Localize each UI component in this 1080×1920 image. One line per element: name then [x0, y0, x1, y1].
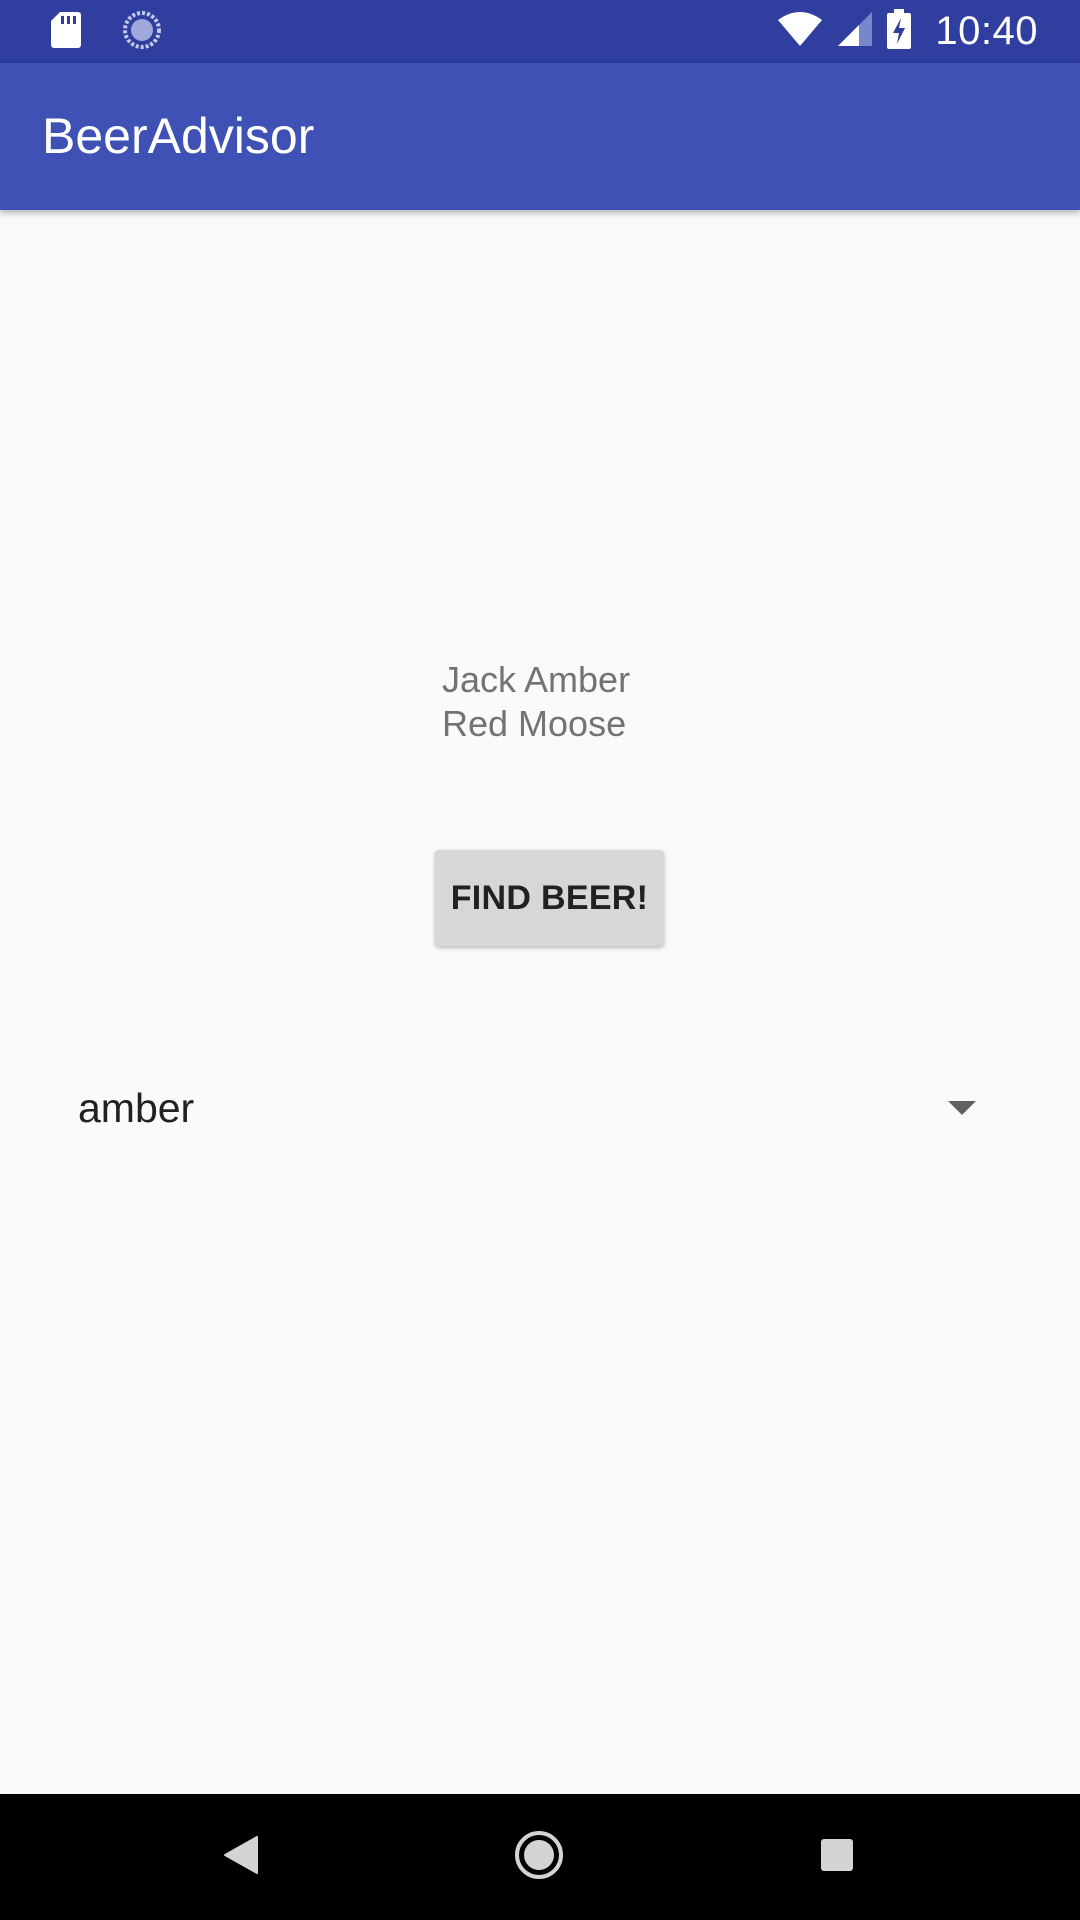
dropdown-arrow-icon	[948, 1058, 976, 1158]
beer-brands-text: Jack Amber Red Moose	[442, 658, 630, 746]
battery-charging-icon	[887, 9, 912, 54]
find-beer-button[interactable]: FIND BEER!	[435, 850, 664, 946]
brand-item: Red Moose	[442, 703, 627, 744]
status-time: 10:40	[935, 9, 1038, 53]
sd-card-icon	[50, 11, 82, 54]
brand-item: Jack Amber	[442, 659, 631, 700]
recents-icon	[820, 1838, 854, 1877]
app-bar: BeerAdvisor	[0, 63, 1080, 210]
color-spinner-value: amber	[78, 1085, 195, 1131]
sync-icon	[122, 10, 162, 55]
status-notification-icons	[50, 10, 162, 55]
wifi-icon	[777, 11, 823, 52]
cellular-signal-icon	[837, 11, 873, 52]
main-content: Jack Amber Red Moose FIND BEER! amber	[0, 210, 1080, 1794]
home-button[interactable]	[489, 1794, 589, 1920]
navigation-bar	[0, 1794, 1080, 1920]
status-system-icons: 10:40	[777, 0, 1038, 63]
color-spinner[interactable]: amber	[42, 1058, 1002, 1158]
back-icon	[224, 1835, 258, 1879]
app-title: BeerAdvisor	[42, 108, 315, 164]
back-button[interactable]	[191, 1794, 291, 1920]
recents-button[interactable]	[787, 1794, 887, 1920]
home-icon	[514, 1830, 564, 1885]
status-bar: 10:40	[0, 0, 1080, 63]
